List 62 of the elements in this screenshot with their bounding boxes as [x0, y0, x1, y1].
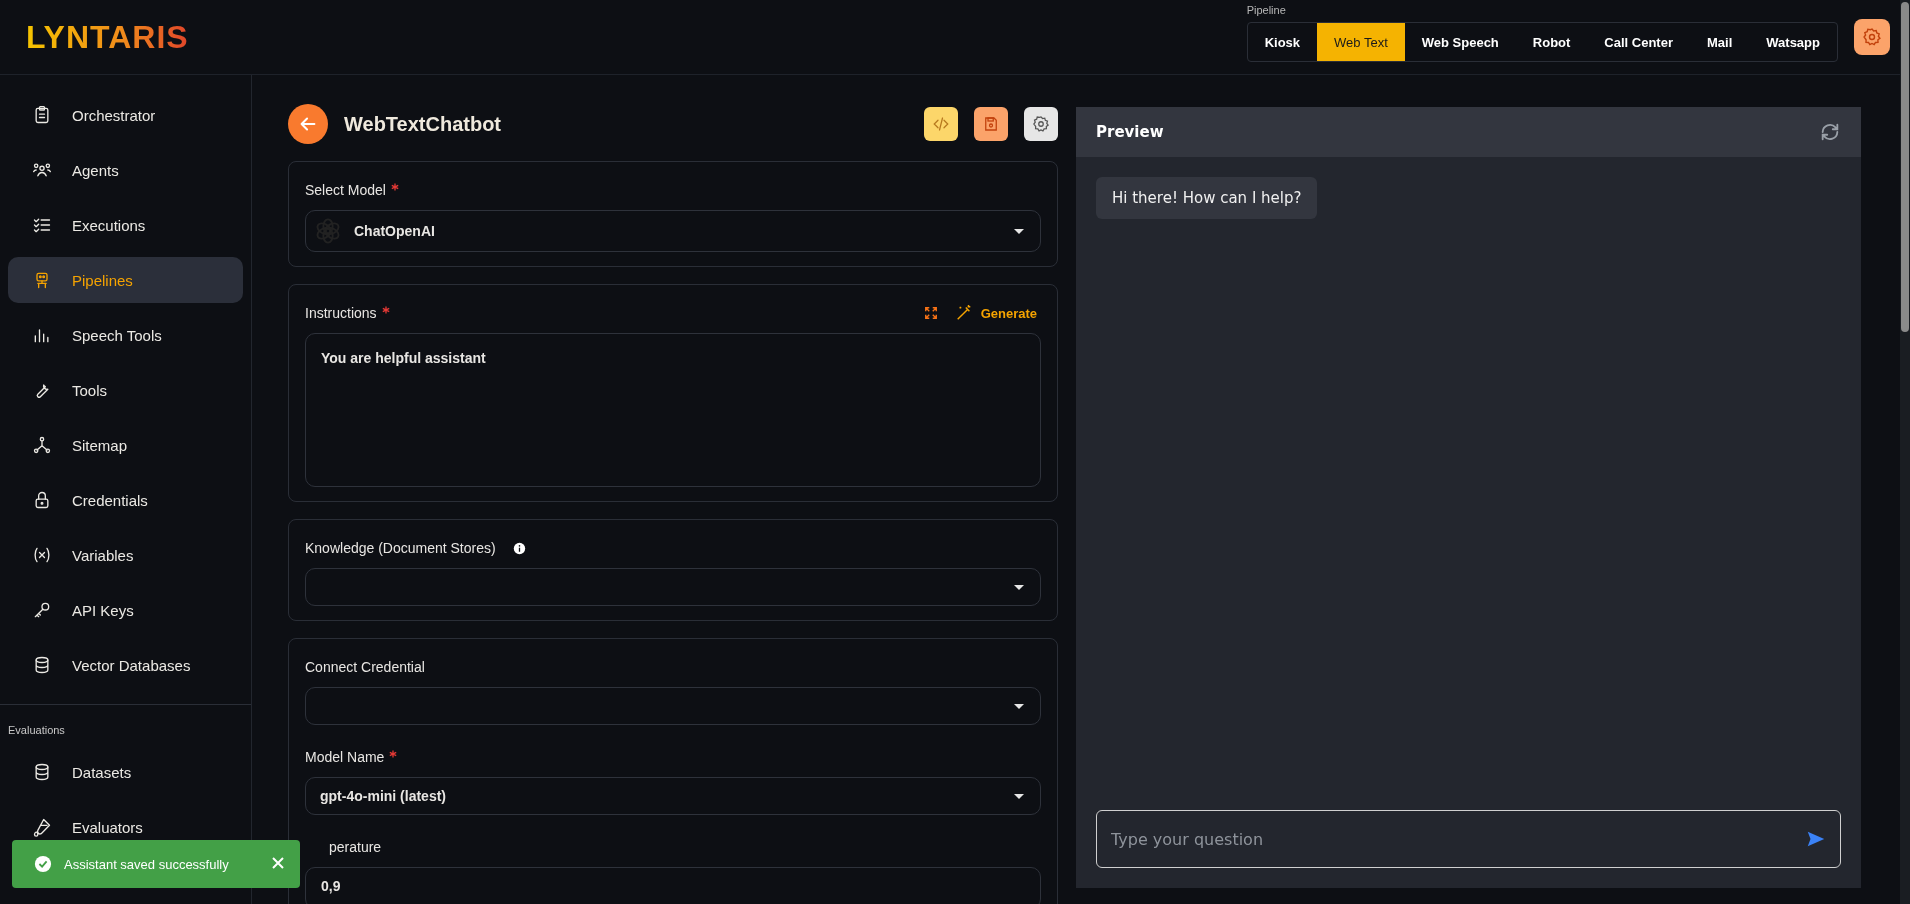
pipeline-label: Pipeline — [1246, 4, 1287, 16]
sidebar-item[interactable]: Orchestrator — [8, 92, 243, 138]
sidebar-item[interactable]: Sitemap — [8, 422, 243, 468]
sidebar-item[interactable]: Vector Databases — [8, 642, 243, 688]
magic-wand-icon — [954, 304, 973, 322]
refresh-icon[interactable] — [1819, 121, 1841, 143]
key-icon — [32, 600, 52, 620]
field-label: Connect Credential — [305, 659, 425, 675]
field-label: perature — [328, 839, 382, 855]
gear-icon — [1032, 115, 1050, 133]
code-icon — [932, 115, 950, 133]
pipeline-tab[interactable]: Web Speech — [1404, 23, 1516, 61]
select-field[interactable] — [305, 687, 1041, 725]
sidebar-item[interactable]: Datasets — [8, 749, 243, 795]
pipeline-tab[interactable]: Mail — [1690, 23, 1750, 61]
save-button[interactable] — [974, 107, 1008, 141]
checklist-icon — [32, 215, 52, 235]
field-label: Select Model — [305, 182, 386, 198]
sidebar-item[interactable]: Agents — [8, 147, 243, 193]
nodes-icon — [32, 435, 52, 455]
page-title: WebTextChatbot — [344, 112, 502, 136]
question-field[interactable]: Type your question — [1096, 810, 1841, 868]
settings-button[interactable] — [1024, 107, 1058, 141]
check-circle-icon — [34, 855, 52, 873]
settings-button[interactable] — [1854, 19, 1890, 55]
pipeline-tab[interactable]: Kiosk — [1247, 23, 1318, 61]
preview-header: Preview — [1076, 107, 1861, 157]
select-field[interactable] — [305, 568, 1041, 606]
sidebar-item[interactable]: Credentials — [8, 477, 243, 523]
pipeline-tab[interactable]: Robot — [1515, 23, 1588, 61]
close-icon — [270, 854, 286, 871]
caret-icon — [1014, 793, 1024, 799]
sidebar-item[interactable]: Pipelines — [8, 257, 243, 303]
pipeline-tab[interactable]: Call Center — [1587, 23, 1690, 61]
sidebar-item[interactable]: Evaluators — [8, 804, 243, 850]
select-field[interactable]: ChatOpenAI — [305, 210, 1041, 252]
sidebar-item[interactable]: Speech Tools — [8, 312, 243, 358]
instructions-field[interactable]: You are helpful assistant — [305, 333, 1041, 487]
expand-icon[interactable] — [923, 306, 938, 320]
field-label: Instructions — [305, 305, 377, 321]
flask-icon — [32, 817, 52, 837]
field-label: Model Name — [305, 749, 385, 765]
section-title: Evaluations — [7, 723, 66, 738]
select-field[interactable]: gpt-4o-mini (latest) — [305, 777, 1041, 815]
field-label: Knowledge (Document Stores) — [305, 540, 496, 556]
sidebar-item[interactable]: Variables — [8, 532, 243, 578]
generate-button[interactable]: Generate — [950, 304, 1041, 322]
caret-icon — [1014, 584, 1024, 590]
scrollbar[interactable] — [1900, 0, 1910, 904]
chat-message: Hi there! How can I help? — [1096, 177, 1318, 219]
back-button[interactable] — [288, 104, 328, 144]
sidebar-item[interactable]: Executions — [8, 202, 243, 248]
caret-icon — [1014, 703, 1024, 709]
code-button[interactable] — [924, 107, 958, 141]
pipeline-tab[interactable]: Watsapp — [1749, 23, 1837, 61]
sidebar-item[interactable]: API Keys — [8, 587, 243, 633]
gear-icon — [1862, 27, 1882, 47]
sidebar-item[interactable]: Tools — [8, 367, 243, 413]
variable-icon — [32, 545, 52, 565]
toast-message: Assistant saved successfully — [64, 856, 229, 872]
pipeline-tab[interactable]: Web Text — [1317, 23, 1405, 61]
caret-icon — [1014, 228, 1024, 234]
